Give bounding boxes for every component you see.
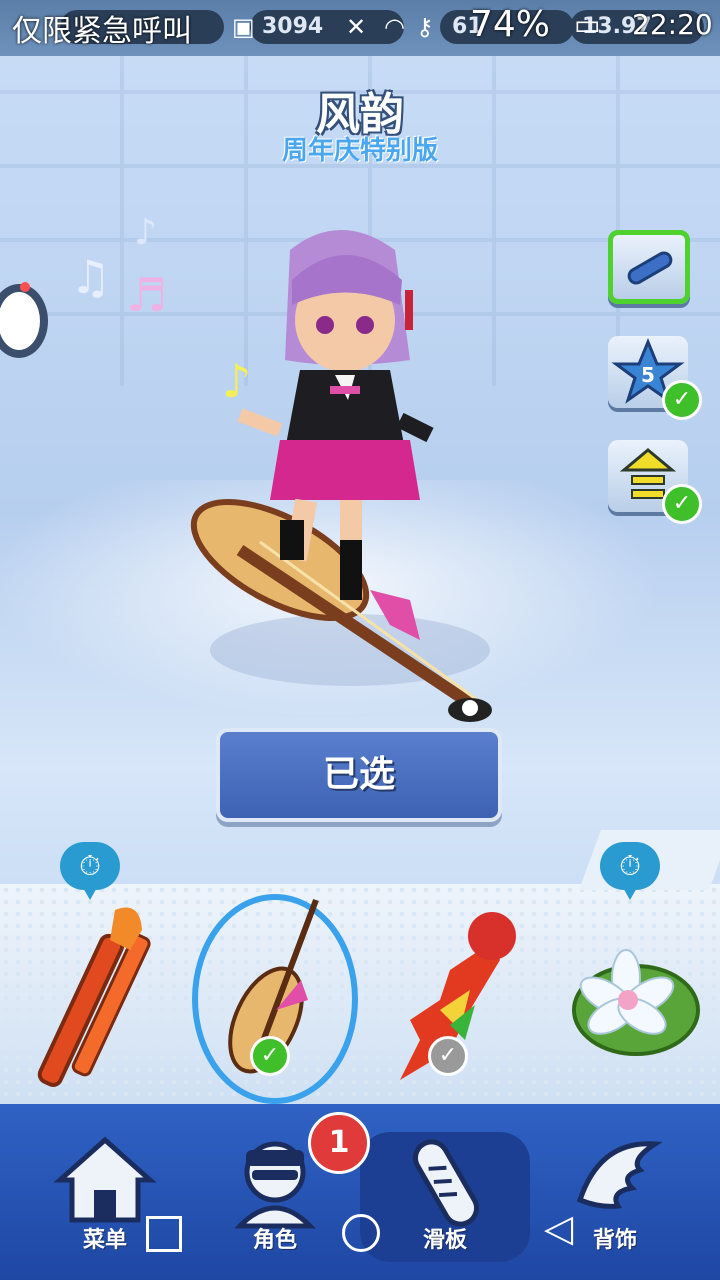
status-bar: 3094 61 13.97 仅限紧急呼叫 ▣ ✕ ◠ ⚷ 74% ▭ 22:20 bbox=[0, 0, 720, 56]
nav-item-hoverboard[interactable]: 滑板 bbox=[390, 1130, 500, 1260]
nav-item-backpack[interactable]: 背饰 bbox=[560, 1130, 670, 1260]
board-icon bbox=[627, 251, 673, 285]
level-value: 5 bbox=[641, 363, 655, 387]
board-item-horse[interactable] bbox=[30, 890, 180, 1100]
timer-icon: ⏱ bbox=[600, 842, 660, 900]
key-icon: ⚷ bbox=[416, 13, 434, 41]
hoverboard-icon bbox=[413, 1139, 479, 1227]
back-button[interactable]: ◁ bbox=[544, 1208, 573, 1248]
timer-icon: ⏱ bbox=[60, 842, 120, 900]
nav-label-menu: 菜单 bbox=[82, 1228, 127, 1253]
board-item-pipa[interactable]: ✓ bbox=[196, 890, 346, 1100]
board-subtitle: 周年庆特别版 bbox=[281, 136, 438, 166]
nav-label-hoverboard: 滑板 bbox=[422, 1228, 467, 1253]
level-button[interactable]: 5 ✓ bbox=[608, 336, 702, 420]
battery-icon: ▭ bbox=[574, 8, 601, 41]
horse-board-icon bbox=[37, 907, 151, 1087]
gallery-icon: ▣ bbox=[232, 13, 255, 41]
character-preview bbox=[190, 230, 492, 722]
score-value: 3094 bbox=[262, 14, 324, 39]
check-icon: ✓ bbox=[662, 380, 702, 420]
recent-apps-button[interactable] bbox=[146, 1216, 182, 1252]
check-icon: ✓ bbox=[662, 484, 702, 524]
battery-percent: 74% bbox=[470, 4, 551, 45]
nav-item-menu[interactable]: 菜单 bbox=[50, 1130, 160, 1260]
home-button[interactable] bbox=[342, 1214, 380, 1252]
music-note-icon: ♫ bbox=[70, 250, 112, 304]
wifi-icon: ◠ bbox=[384, 13, 405, 41]
nav-label-backpack: 背饰 bbox=[592, 1228, 637, 1253]
board-category-button[interactable] bbox=[608, 230, 690, 304]
wings-icon bbox=[576, 1141, 663, 1209]
score-counter: 3094 bbox=[250, 10, 404, 44]
emergency-call-text: 仅限紧急呼叫 bbox=[12, 14, 192, 49]
lotus-board-icon bbox=[572, 949, 700, 1056]
owned-check-icon: ✓ bbox=[428, 1036, 468, 1076]
nav-label-character: 角色 bbox=[252, 1228, 297, 1253]
upgrade-button[interactable]: ✓ bbox=[608, 440, 702, 524]
music-note-icon: ♪ bbox=[134, 212, 157, 253]
notification-dot bbox=[20, 282, 30, 292]
selected-button[interactable]: 已选 bbox=[216, 728, 502, 822]
music-note-icon: ♬ bbox=[126, 268, 168, 322]
mute-icon: ✕ bbox=[346, 13, 367, 41]
clock: 22:20 bbox=[632, 8, 713, 41]
board-item-lotus[interactable] bbox=[566, 890, 716, 1100]
selected-check-icon: ✓ bbox=[250, 1036, 290, 1076]
board-item-dragon[interactable]: ✓ bbox=[380, 890, 530, 1100]
home-icon bbox=[53, 1136, 157, 1223]
notification-badge: 1 bbox=[308, 1112, 370, 1174]
